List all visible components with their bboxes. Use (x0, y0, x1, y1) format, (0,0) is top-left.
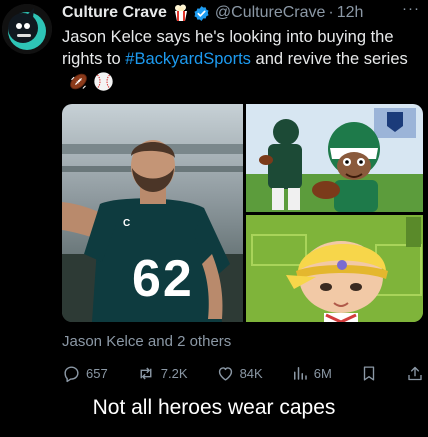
tagged-people[interactable]: Jason Kelce and 2 others (62, 333, 231, 350)
avatar[interactable] (2, 4, 52, 54)
kelce-photo[interactable]: C 62 (62, 104, 243, 322)
culture-crave-logo (2, 4, 52, 54)
repost-button[interactable]: 7.2K (136, 364, 188, 383)
view-count: 6M (313, 365, 332, 381)
views-button[interactable]: 6M (291, 364, 332, 382)
repost-icon (140, 366, 152, 380)
media-grid: C 62 (62, 104, 423, 322)
heart-icon (218, 366, 232, 381)
views-icon (293, 367, 307, 380)
verified-badge-icon (193, 5, 210, 22)
backyard-football-art[interactable] (246, 104, 423, 212)
jersey-captain-patch: C (123, 218, 130, 229)
post-header: Culture Crave @CultureCrave · 12h ··· (62, 0, 420, 24)
reply-icon (64, 365, 79, 382)
author-handle[interactable]: @CultureCrave (215, 4, 326, 22)
backyard-baseball-art[interactable] (246, 215, 423, 322)
post-timestamp[interactable]: 12h (337, 4, 364, 22)
separator-dot: · (328, 4, 334, 21)
american-football-icon (70, 73, 87, 90)
jersey-number: 62 (132, 250, 194, 308)
like-count: 84K (239, 365, 263, 381)
popcorn-icon (173, 4, 189, 22)
meme-caption: Not all heroes wear capes (92, 396, 336, 419)
like-button[interactable]: 84K (216, 364, 263, 383)
emoji-group (68, 71, 114, 92)
post-text-part: and revive the series (250, 50, 408, 68)
share-button[interactable] (406, 364, 424, 383)
hashtag-link[interactable]: #BackyardSports (125, 50, 251, 68)
repost-count: 7.2K (160, 365, 188, 381)
reply-count: 657 (86, 365, 108, 381)
action-bar: 657 7.2K 84K 6M (62, 362, 424, 384)
baseball-icon (94, 72, 113, 91)
bookmark-icon (363, 365, 375, 381)
author-name[interactable]: Culture Crave (62, 4, 167, 22)
bookmark-button[interactable] (360, 364, 378, 383)
post-text: Jason Kelce says he's looking into buyin… (62, 26, 422, 92)
share-icon (408, 366, 422, 380)
more-options-icon[interactable]: ··· (402, 0, 420, 17)
reply-button[interactable]: 657 (62, 364, 108, 383)
